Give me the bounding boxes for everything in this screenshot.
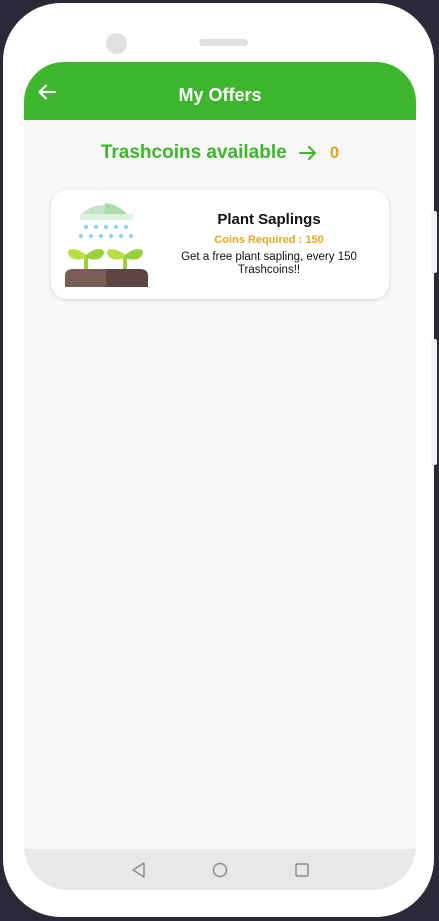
- front-camera: [106, 33, 127, 54]
- offer-coins-required: Coins Required : 150: [214, 234, 324, 246]
- earpiece-speaker: [199, 39, 248, 46]
- home-circle-icon[interactable]: [211, 861, 229, 879]
- app-screen: My Offers Trashcoins available 0 Plant S…: [24, 62, 416, 890]
- arrow-right-icon: [298, 146, 316, 160]
- back-triangle-icon[interactable]: [130, 861, 148, 879]
- system-navigation-bar: [24, 849, 416, 890]
- volume-button: [431, 211, 437, 273]
- trashcoins-value: 0: [329, 143, 340, 162]
- offer-card-plant-saplings[interactable]: Plant Saplings Coins Required : 150 Get …: [51, 190, 389, 299]
- power-button: [431, 339, 437, 465]
- recents-square-icon[interactable]: [293, 861, 311, 879]
- offer-title: Plant Saplings: [217, 211, 321, 228]
- offer-details: Plant Saplings Coins Required : 150 Get …: [169, 211, 369, 277]
- plant-sapling-icon: [65, 203, 148, 287]
- offer-description: Get a free plant sapling, every 150 Tras…: [181, 251, 357, 276]
- app-bar: My Offers: [24, 62, 416, 120]
- trashcoins-summary: Trashcoins available 0: [24, 142, 416, 164]
- page-title: My Offers: [178, 85, 262, 105]
- trashcoins-label: Trashcoins available: [100, 142, 287, 163]
